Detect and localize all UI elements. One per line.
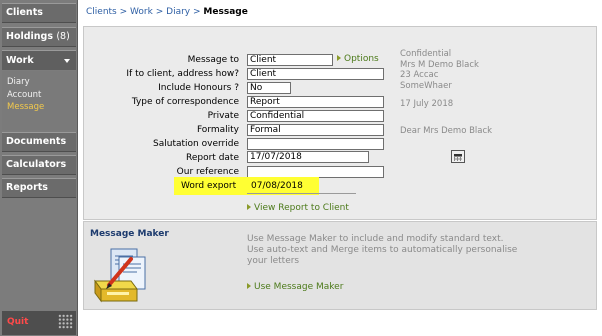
nav-holdings-label: Holdings xyxy=(6,31,54,42)
calendar-icon[interactable] xyxy=(451,150,465,163)
preview-line-privacy: Confidential xyxy=(400,49,452,59)
message-maker-description: Use Message Maker to include and modify … xyxy=(247,234,587,267)
nav-work-label: Work xyxy=(6,55,34,66)
quit-bar: Quit xyxy=(2,311,76,335)
message-maker-title: Message Maker xyxy=(90,229,169,239)
word-export-divider xyxy=(247,193,356,194)
breadcrumb-current: Message xyxy=(203,7,248,17)
preview-salutation: Dear Mrs Demo Black xyxy=(400,125,493,136)
calendar-grid xyxy=(454,154,462,161)
message-maker-panel: Message Maker Use Message Maker to inclu… xyxy=(83,221,597,310)
breadcrumb-diary[interactable]: Diary xyxy=(166,7,190,17)
our-reference-label: Our reference xyxy=(176,167,239,177)
correspondence-type-label: Type of correspondence xyxy=(131,97,239,107)
salutation-override-field[interactable] xyxy=(247,138,384,150)
arrow-right-icon xyxy=(247,204,251,210)
address-how-field[interactable]: Client xyxy=(247,68,384,80)
private-label: Private xyxy=(207,111,239,121)
nav-reports-label: Reports xyxy=(6,182,48,193)
breadcrumb-clients[interactable]: Clients xyxy=(86,7,117,17)
nav-holdings[interactable]: Holdings (8) xyxy=(2,27,76,47)
arrow-right-icon xyxy=(337,55,341,61)
message-to-field[interactable]: Client xyxy=(247,54,333,66)
breadcrumb-work[interactable]: Work xyxy=(130,7,153,17)
honours-field[interactable]: No xyxy=(247,82,291,94)
submenu-item-account[interactable]: Account xyxy=(7,89,76,102)
formality-field[interactable]: Formal xyxy=(247,124,384,136)
formality-label: Formality xyxy=(196,125,239,135)
report-date-label: Report date xyxy=(186,153,239,163)
message-maker-desc-line: Use Message Maker to include and modify … xyxy=(247,234,504,244)
options-label: Options xyxy=(344,54,379,64)
breadcrumb-separator: > xyxy=(155,7,164,17)
nav-reports[interactable]: Reports xyxy=(2,178,76,198)
preview-line-name: Mrs M Demo Black xyxy=(400,59,479,70)
nav-clients[interactable]: Clients xyxy=(2,3,76,23)
holdings-count: (8) xyxy=(56,31,70,42)
preview-line-address2: SomeWhaer xyxy=(400,80,452,91)
message-maker-icon[interactable] xyxy=(91,245,153,305)
correspondence-type-field[interactable]: Report xyxy=(247,96,384,108)
private-field[interactable]: Confidential xyxy=(247,110,384,122)
message-maker-desc-line: Use auto-text and Merge items to automat… xyxy=(247,245,518,255)
report-date-field[interactable]: 17/07/2018 xyxy=(247,151,369,163)
breadcrumb-separator: > xyxy=(119,7,128,17)
salutation-override-label: Salutation override xyxy=(153,139,239,149)
message-to-label: Message to xyxy=(187,55,239,65)
view-report-link[interactable]: View Report to Client xyxy=(247,203,349,213)
grid-icon[interactable] xyxy=(58,314,73,329)
submenu-item-diary[interactable]: Diary xyxy=(7,76,76,89)
nav-calculators-label: Calculators xyxy=(6,159,67,170)
breadcrumb: Clients > Work > Diary > Message xyxy=(86,7,248,17)
nav-clients-label: Clients xyxy=(6,7,43,18)
submenu-item-message[interactable]: Message xyxy=(7,101,76,114)
letter-preview: Confidential Mrs M Demo Black 23 Accac S… xyxy=(400,49,492,136)
view-report-label: View Report to Client xyxy=(254,203,349,213)
use-message-maker-link[interactable]: Use Message Maker xyxy=(247,282,343,292)
preview-date: 17 July 2018 xyxy=(400,99,454,109)
preview-line-address1: 23 Accac xyxy=(400,70,439,80)
arrow-right-icon xyxy=(247,283,251,289)
options-link[interactable]: Options xyxy=(337,54,379,64)
nav-work[interactable]: Work xyxy=(2,50,76,70)
message-form-panel: Message to If to client, address how? In… xyxy=(83,26,597,220)
nav-documents[interactable]: Documents xyxy=(2,132,76,152)
word-export-value: 07/08/2018 xyxy=(251,181,303,191)
quit-button[interactable]: Quit xyxy=(7,317,28,327)
work-submenu: Diary Account Message xyxy=(2,71,76,130)
chevron-down-icon xyxy=(64,59,70,63)
sidebar: Clients Holdings (8) Work Diary Account … xyxy=(0,0,78,336)
address-how-label: If to client, address how? xyxy=(126,69,239,79)
nav-documents-label: Documents xyxy=(6,136,67,147)
breadcrumb-separator: > xyxy=(193,7,201,17)
message-maker-desc-line: your letters xyxy=(247,256,300,266)
use-message-maker-label: Use Message Maker xyxy=(254,282,344,292)
honours-label: Include Honours ? xyxy=(158,83,239,93)
nav-calculators[interactable]: Calculators xyxy=(2,155,76,175)
word-export-label: Word export xyxy=(181,181,237,191)
